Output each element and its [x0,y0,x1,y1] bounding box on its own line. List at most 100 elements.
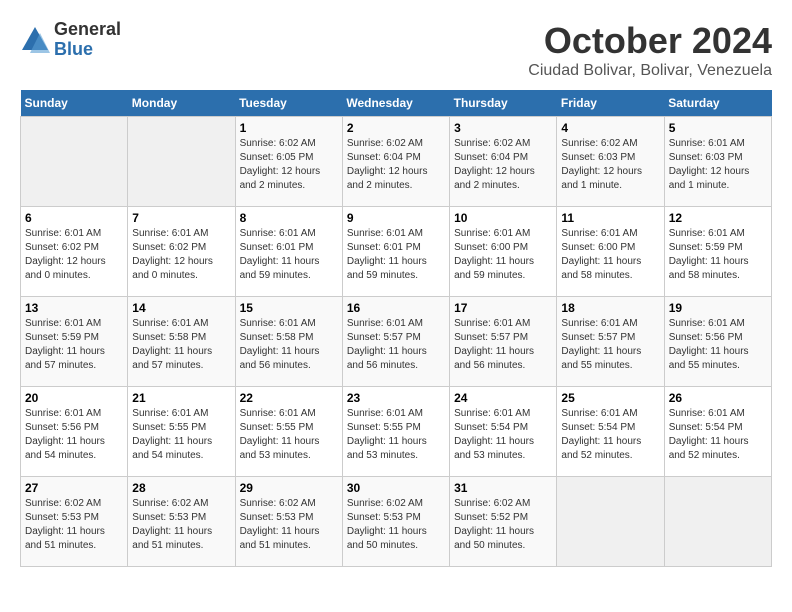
calendar-cell: 18Sunrise: 6:01 AM Sunset: 5:57 PM Dayli… [557,297,664,387]
day-number: 18 [561,301,659,315]
main-title: October 2024 [528,20,772,62]
calendar-cell: 14Sunrise: 6:01 AM Sunset: 5:58 PM Dayli… [128,297,235,387]
header-day-sunday: Sunday [21,90,128,117]
day-info: Sunrise: 6:01 AM Sunset: 5:57 PM Dayligh… [454,318,534,371]
logo-blue-text: Blue [54,40,121,60]
day-number: 4 [561,121,659,135]
calendar-cell: 31 Sunrise: 6:02 AM Sunset: 5:52 PM Dayli… [450,477,557,567]
day-number: 11 [561,211,659,225]
day-number: 20 [25,391,123,405]
calendar-cell: 5 Sunrise: 6:01 AM Sunset: 6:03 PM Daylig… [664,117,771,207]
calendar-cell: 23 Sunrise: 6:01 AM Sunset: 5:55 PM Dayli… [342,387,449,477]
day-number: 23 [347,391,445,405]
week-row-2: 6 Sunrise: 6:01 AM Sunset: 6:02 PM Daylig… [21,207,772,297]
header-day-friday: Friday [557,90,664,117]
calendar-cell: 1Sunrise: 6:02 AM Sunset: 6:05 PM Daylig… [235,117,342,207]
day-number: 29 [240,481,338,495]
day-number: 12 [669,211,767,225]
calendar-cell [664,477,771,567]
day-info: Sunrise: 6:01 AM Sunset: 5:57 PM Dayligh… [347,318,427,371]
day-info: Sunrise: 6:01 AM Sunset: 5:55 PM Dayligh… [240,408,320,461]
day-number: 21 [132,391,230,405]
week-row-4: 20Sunrise: 6:01 AM Sunset: 5:56 PM Dayli… [21,387,772,477]
day-number: 5 [669,121,767,135]
day-number: 28 [132,481,230,495]
day-info: Sunrise: 6:01 AM Sunset: 5:55 PM Dayligh… [132,408,212,461]
day-info: Sunrise: 6:01 AM Sunset: 5:54 PM Dayligh… [561,408,641,461]
day-info: Sunrise: 6:01 AM Sunset: 6:00 PM Dayligh… [454,228,534,281]
calendar-cell: 15Sunrise: 6:01 AM Sunset: 5:58 PM Dayli… [235,297,342,387]
day-number: 22 [240,391,338,405]
week-row-5: 27Sunrise: 6:02 AM Sunset: 5:53 PM Dayli… [21,477,772,567]
day-info: Sunrise: 6:01 AM Sunset: 6:02 PM Dayligh… [25,228,106,281]
day-number: 26 [669,391,767,405]
calendar-cell: 4 Sunrise: 6:02 AM Sunset: 6:03 PM Daylig… [557,117,664,207]
day-info: Sunrise: 6:01 AM Sunset: 5:56 PM Dayligh… [669,318,749,371]
calendar-cell [557,477,664,567]
header-row: SundayMondayTuesdayWednesdayThursdayFrid… [21,90,772,117]
week-row-3: 13 Sunrise: 6:01 AM Sunset: 5:59 PM Dayli… [21,297,772,387]
day-info: Sunrise: 6:02 AM Sunset: 5:53 PM Dayligh… [347,498,427,551]
day-info: Sunrise: 6:01 AM Sunset: 6:00 PM Dayligh… [561,228,641,281]
calendar-cell: 7Sunrise: 6:01 AM Sunset: 6:02 PM Daylig… [128,207,235,297]
calendar-cell: 22 Sunrise: 6:01 AM Sunset: 5:55 PM Dayli… [235,387,342,477]
subtitle: Ciudad Bolivar, Bolivar, Venezuela [528,62,772,80]
calendar-cell: 12 Sunrise: 6:01 AM Sunset: 5:59 PM Dayli… [664,207,771,297]
calendar-cell: 16 Sunrise: 6:01 AM Sunset: 5:57 PM Dayli… [342,297,449,387]
calendar-cell: 20Sunrise: 6:01 AM Sunset: 5:56 PM Dayli… [21,387,128,477]
calendar-cell: 24 Sunrise: 6:01 AM Sunset: 5:54 PM Dayli… [450,387,557,477]
header-day-tuesday: Tuesday [235,90,342,117]
day-number: 6 [25,211,123,225]
calendar-cell: 30Sunrise: 6:02 AM Sunset: 5:53 PM Dayli… [342,477,449,567]
header-day-saturday: Saturday [664,90,771,117]
day-number: 3 [454,121,552,135]
calendar-cell [128,117,235,207]
calendar-cell [21,117,128,207]
day-number: 15 [240,301,338,315]
day-number: 16 [347,301,445,315]
calendar-cell: 29 Sunrise: 6:02 AM Sunset: 5:53 PM Dayli… [235,477,342,567]
logo-general-text: General [54,20,121,40]
day-info: Sunrise: 6:02 AM Sunset: 6:03 PM Dayligh… [561,138,642,191]
day-info: Sunrise: 6:01 AM Sunset: 6:01 PM Dayligh… [347,228,427,281]
day-number: 19 [669,301,767,315]
day-info: Sunrise: 6:01 AM Sunset: 5:59 PM Dayligh… [669,228,749,281]
calendar-cell: 13 Sunrise: 6:01 AM Sunset: 5:59 PM Dayli… [21,297,128,387]
day-info: Sunrise: 6:01 AM Sunset: 5:55 PM Dayligh… [347,408,427,461]
day-number: 31 [454,481,552,495]
week-row-1: 1Sunrise: 6:02 AM Sunset: 6:05 PM Daylig… [21,117,772,207]
day-info: Sunrise: 6:01 AM Sunset: 5:59 PM Dayligh… [25,318,105,371]
day-info: Sunrise: 6:02 AM Sunset: 5:53 PM Dayligh… [132,498,212,551]
day-number: 13 [25,301,123,315]
page-header: General Blue October 2024 Ciudad Bolivar… [20,20,772,80]
header-day-wednesday: Wednesday [342,90,449,117]
logo-icon [20,25,50,55]
day-number: 8 [240,211,338,225]
calendar-cell: 9Sunrise: 6:01 AM Sunset: 6:01 PM Daylig… [342,207,449,297]
day-number: 24 [454,391,552,405]
calendar-body: 1Sunrise: 6:02 AM Sunset: 6:05 PM Daylig… [21,117,772,567]
day-info: Sunrise: 6:01 AM Sunset: 5:58 PM Dayligh… [132,318,212,371]
day-info: Sunrise: 6:02 AM Sunset: 5:52 PM Dayligh… [454,498,534,551]
title-section: October 2024 Ciudad Bolivar, Bolivar, Ve… [528,20,772,80]
day-number: 10 [454,211,552,225]
header-day-thursday: Thursday [450,90,557,117]
calendar-table: SundayMondayTuesdayWednesdayThursdayFrid… [20,90,772,567]
day-number: 17 [454,301,552,315]
day-info: Sunrise: 6:02 AM Sunset: 5:53 PM Dayligh… [25,498,105,551]
calendar-cell: 28 Sunrise: 6:02 AM Sunset: 5:53 PM Dayli… [128,477,235,567]
calendar-cell: 6 Sunrise: 6:01 AM Sunset: 6:02 PM Daylig… [21,207,128,297]
calendar-cell: 27Sunrise: 6:02 AM Sunset: 5:53 PM Dayli… [21,477,128,567]
day-info: Sunrise: 6:01 AM Sunset: 5:54 PM Dayligh… [454,408,534,461]
logo: General Blue [20,20,121,60]
day-info: Sunrise: 6:01 AM Sunset: 6:03 PM Dayligh… [669,138,750,191]
calendar-cell: 25Sunrise: 6:01 AM Sunset: 5:54 PM Dayli… [557,387,664,477]
calendar-cell: 19 Sunrise: 6:01 AM Sunset: 5:56 PM Dayli… [664,297,771,387]
day-info: Sunrise: 6:02 AM Sunset: 5:53 PM Dayligh… [240,498,320,551]
calendar-cell: 8Sunrise: 6:01 AM Sunset: 6:01 PM Daylig… [235,207,342,297]
day-number: 1 [240,121,338,135]
calendar-cell: 2Sunrise: 6:02 AM Sunset: 6:04 PM Daylig… [342,117,449,207]
day-number: 2 [347,121,445,135]
day-info: Sunrise: 6:01 AM Sunset: 6:02 PM Dayligh… [132,228,213,281]
calendar-cell: 11 Sunrise: 6:01 AM Sunset: 6:00 PM Dayli… [557,207,664,297]
